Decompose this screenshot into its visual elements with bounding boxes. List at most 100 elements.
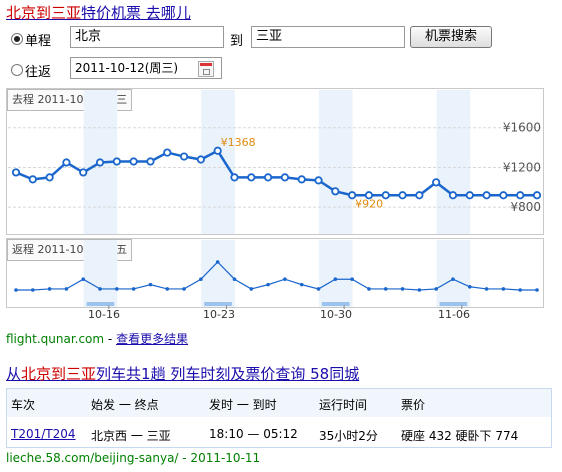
outbound-point — [163, 148, 172, 157]
train-title-rest[interactable]: 列车共1趟 列车时刻及票价查询 58同城 — [96, 365, 359, 383]
price-annotation: ¥920 — [355, 197, 383, 210]
return-point — [299, 282, 304, 287]
outbound-point — [297, 175, 306, 184]
train-result-title[interactable]: 从北京到三亚列车共1趟 列车时刻及票价查询 58同城 — [6, 363, 359, 384]
outbound-point — [448, 191, 458, 200]
weekend-marker — [439, 302, 468, 306]
price-annotation: ¥1368 — [221, 136, 256, 149]
train-source-url[interactable]: lieche.58.com/beijing-sanya/ - 2011-10-1… — [6, 451, 260, 465]
outbound-point — [11, 168, 21, 177]
outbound-point — [465, 191, 474, 200]
return-point — [367, 287, 371, 291]
outbound-point — [432, 178, 441, 187]
outbound-point — [482, 191, 491, 200]
return-point — [64, 287, 69, 291]
outbound-point — [230, 173, 239, 182]
weekend-band — [436, 240, 471, 307]
return-point — [47, 287, 52, 291]
weekend-marker — [86, 302, 115, 306]
outbound-point — [179, 152, 189, 161]
train-title-pre[interactable]: 从 — [6, 365, 21, 383]
header-train-number: 车次 — [11, 398, 36, 412]
train-duration: 35小时2分 — [319, 429, 378, 443]
return-point — [81, 277, 86, 282]
x-tick-label: 10-30 — [320, 308, 352, 321]
return-point — [182, 287, 186, 291]
outbound-point — [263, 173, 273, 182]
outbound-point — [314, 176, 323, 185]
source-separator: - — [104, 332, 117, 346]
return-point — [316, 287, 321, 291]
weekend-band — [436, 90, 471, 234]
return-point — [98, 287, 102, 291]
header-duration: 运行时间 — [319, 398, 368, 412]
outbound-point — [247, 173, 256, 182]
outbound-point — [45, 173, 54, 182]
weekend-band — [201, 90, 235, 234]
outbound-point — [532, 191, 542, 200]
weekend-band — [318, 90, 353, 234]
return-point — [148, 282, 153, 287]
outbound-point — [381, 191, 390, 200]
outbound-point — [415, 191, 424, 200]
return-point — [518, 288, 522, 292]
return-point — [14, 288, 18, 292]
outbound-point — [331, 187, 340, 196]
train-prices: 硬座 432 硬卧下 774 — [401, 429, 519, 443]
train-route: 北京西 一 三亚 — [91, 429, 171, 443]
x-tick-label: 10-23 — [203, 308, 235, 321]
outbound-point — [79, 168, 88, 177]
return-point — [131, 287, 136, 291]
train-table-header — [7, 389, 551, 417]
weekend-band — [318, 240, 353, 307]
outbound-point — [398, 191, 407, 200]
return-point — [249, 287, 254, 291]
weekend-marker — [321, 302, 350, 306]
train-title-route[interactable]: 北京到三亚 — [21, 365, 96, 383]
header-route: 始发 一 终点 — [91, 398, 159, 412]
outbound-point — [499, 191, 508, 200]
more-results-link[interactable]: 查看更多结果 — [116, 332, 188, 346]
train-times: 18:10 — 05:12 — [209, 427, 298, 441]
return-point — [417, 288, 422, 292]
header-times: 发时 一 到时 — [209, 398, 277, 412]
return-point — [283, 277, 287, 282]
y-tick-label: ¥1200 — [503, 160, 541, 174]
return-point — [115, 287, 119, 291]
outbound-point — [146, 157, 155, 166]
return-point — [501, 287, 506, 291]
price-charts-svg: ¥1600 ¥1200 ¥800 ¥1368 ¥920 — [8, 90, 543, 309]
return-point — [400, 287, 405, 291]
header-price: 票价 — [401, 398, 426, 412]
train-table: 车次 始发 一 终点 发时 一 到时 运行时间 票价 T201/T204 北京西… — [6, 388, 552, 448]
y-tick-label: ¥800 — [510, 200, 541, 214]
x-tick-label: 11-06 — [438, 308, 470, 321]
return-point — [31, 288, 35, 292]
x-tick-label: 10-16 — [88, 308, 120, 321]
outbound-point — [95, 158, 105, 167]
train-number-link[interactable]: T201/T204 — [11, 427, 76, 441]
weekend-band — [83, 240, 118, 307]
outbound-point — [62, 158, 71, 167]
return-point — [434, 287, 438, 291]
weekend-marker — [204, 302, 232, 306]
return-point — [484, 287, 489, 291]
return-point — [266, 282, 270, 287]
return-point — [199, 277, 203, 282]
y-tick-label: ¥1600 — [503, 121, 541, 135]
return-point — [383, 287, 388, 291]
return-point — [333, 277, 338, 282]
outbound-point — [280, 173, 290, 182]
outbound-point — [196, 155, 205, 164]
outbound-point — [112, 157, 121, 166]
return-point — [215, 260, 220, 264]
outbound-point — [516, 191, 525, 200]
return-point — [350, 277, 354, 282]
flight-source-url[interactable]: flight.qunar.com — [6, 332, 104, 346]
outbound-point — [28, 175, 37, 184]
return-point — [467, 284, 472, 289]
return-point — [165, 287, 170, 291]
outbound-point — [129, 157, 138, 166]
return-point — [232, 277, 237, 282]
flight-source-line: flight.qunar.com - 查看更多结果 — [6, 330, 188, 347]
